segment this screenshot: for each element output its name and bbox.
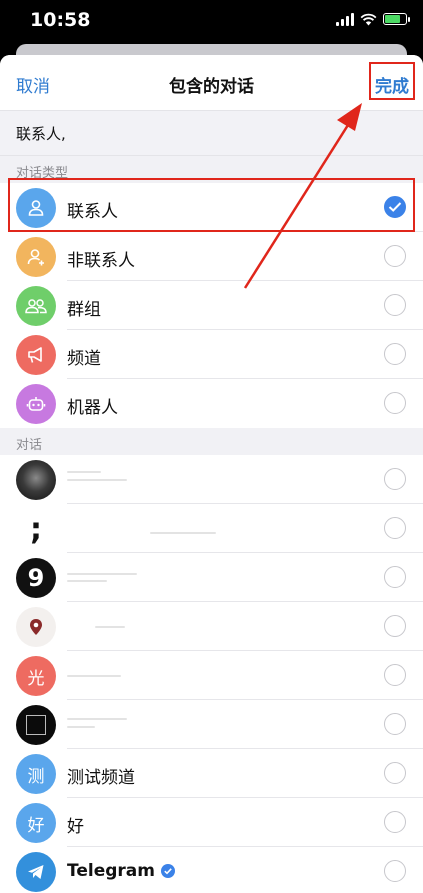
megaphone-icon (16, 335, 56, 375)
page-title: 包含的对话 (169, 77, 254, 97)
type-row-non-contacts[interactable]: 非联系人 (0, 232, 423, 281)
checkbox-circle[interactable] (384, 811, 406, 833)
checkbox-circle[interactable] (384, 566, 406, 588)
chat-row[interactable]: 9 (0, 553, 423, 602)
section-header-label: 对话类型 (16, 166, 69, 181)
selected-chips-bar[interactable]: 联系人, (0, 110, 423, 156)
status-icons (336, 12, 410, 26)
nav-bar: 取消 包含的对话 完成 (0, 55, 423, 110)
checkbox-circle[interactable] (384, 343, 406, 365)
type-label: 群组 (67, 300, 101, 320)
status-bar: 10:58 (0, 0, 423, 44)
checkbox-circle[interactable] (384, 762, 406, 784)
wifi-icon (360, 13, 377, 25)
section-header-chats: 对话 (0, 428, 423, 455)
done-highlight-box (369, 62, 415, 100)
checkbox-circle[interactable] (384, 664, 406, 686)
chat-label: 好 (67, 817, 84, 837)
blurred-name (67, 580, 107, 582)
type-row-contacts[interactable]: 联系人 (0, 183, 423, 232)
checkbox-circle[interactable] (384, 615, 406, 637)
avatar-square-logo (16, 705, 56, 745)
section-header-types: 对话类型 (0, 156, 423, 183)
location-pin-icon (16, 607, 56, 647)
blurred-name (95, 626, 125, 628)
avatar-guang: 光 (16, 656, 56, 696)
blurred-name (67, 479, 127, 481)
type-row-groups[interactable]: 群组 (0, 281, 423, 330)
type-label: 频道 (67, 349, 101, 369)
section-header-label: 对话 (16, 438, 43, 453)
checkbox-circle[interactable] (384, 468, 406, 490)
type-label: 非联系人 (67, 251, 135, 271)
checkbox-circle[interactable] (384, 713, 406, 735)
chat-row[interactable]: 测 测试频道 (0, 749, 423, 798)
blurred-name (67, 718, 127, 720)
selected-chips-text: 联系人, (16, 125, 66, 143)
checkbox-circle[interactable] (384, 517, 406, 539)
blurred-name (67, 471, 101, 473)
blurred-name (150, 532, 216, 534)
checkbox-circle[interactable] (384, 294, 406, 316)
chat-label: 测试频道 (67, 768, 135, 788)
group-icon (16, 286, 56, 326)
blurred-name (67, 675, 121, 677)
type-label: 机器人 (67, 398, 118, 418)
chat-row[interactable] (0, 602, 423, 651)
chat-row[interactable]: 光 (0, 651, 423, 700)
checkbox-circle[interactable] (384, 245, 406, 267)
avatar-hao: 好 (16, 803, 56, 843)
checkbox-circle[interactable] (384, 392, 406, 414)
avatar-nine: 9 (16, 558, 56, 598)
chat-row[interactable] (0, 455, 423, 504)
verified-badge-icon (160, 864, 175, 878)
chat-row[interactable]: 好 好 (0, 798, 423, 847)
type-label: 联系人 (67, 202, 118, 222)
chat-row[interactable]: ; (0, 504, 423, 553)
status-time: 10:58 (30, 9, 91, 31)
telegram-icon (16, 852, 56, 892)
blurred-name (67, 726, 95, 728)
type-row-bots[interactable]: 机器人 (0, 379, 423, 428)
checkbox-circle[interactable] (384, 860, 406, 882)
checkmark-icon[interactable] (384, 196, 406, 218)
include-chats-sheet: 取消 包含的对话 完成 联系人, 对话类型 联系人 非联系人 群组 频道 机器人… (0, 55, 423, 893)
avatar-photo (16, 460, 56, 500)
chat-row[interactable] (0, 700, 423, 749)
blurred-name (67, 573, 137, 575)
person-unknown-icon (16, 237, 56, 277)
chat-label-text: Telegram (67, 861, 155, 881)
bot-icon (16, 384, 56, 424)
avatar-test-channel: 测 (16, 754, 56, 794)
avatar-semicolon: ; (16, 509, 56, 549)
chat-label: Telegram (67, 861, 176, 881)
person-icon (16, 188, 56, 228)
chat-row[interactable]: Telegram (0, 847, 423, 893)
type-row-channels[interactable]: 频道 (0, 330, 423, 379)
battery-icon (383, 13, 410, 25)
signal-icon (336, 12, 354, 26)
